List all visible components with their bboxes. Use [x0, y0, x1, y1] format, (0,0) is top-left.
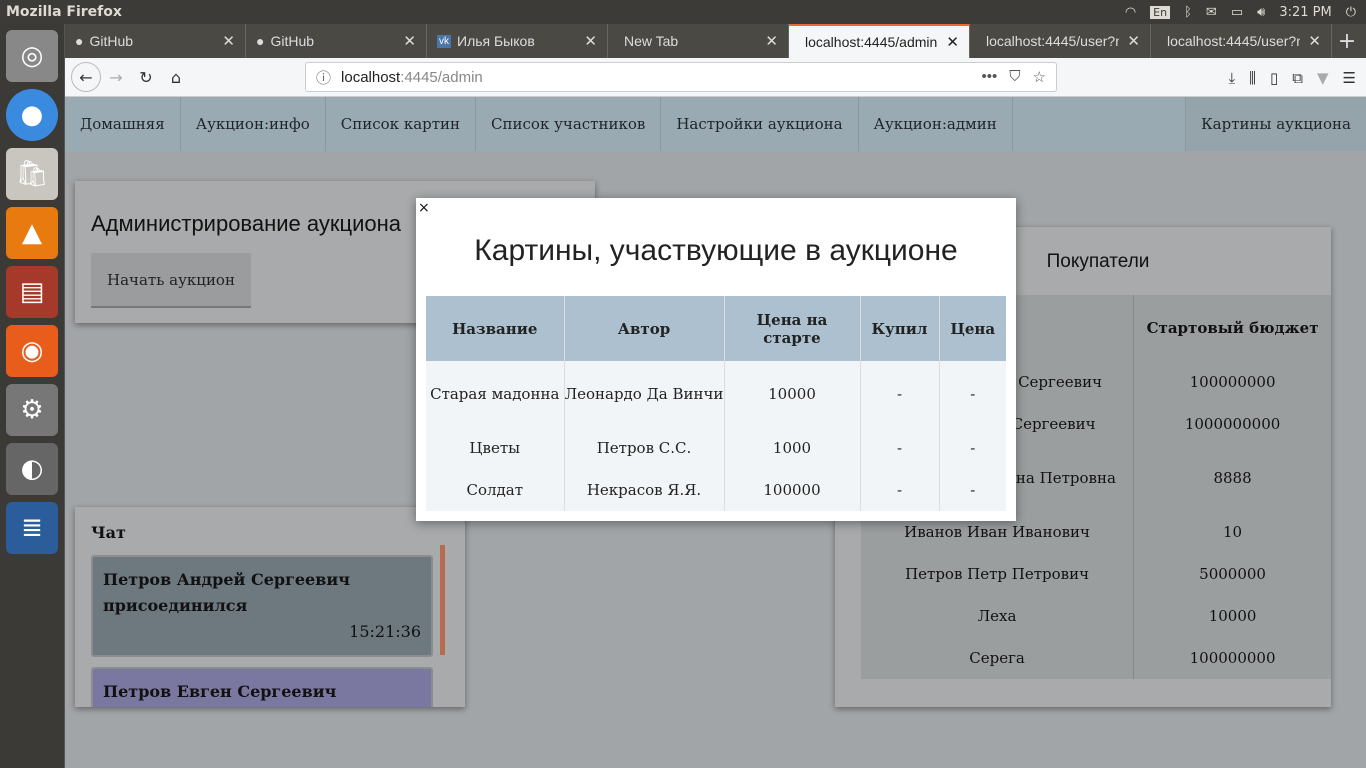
wifi-icon[interactable]: ◠ — [1125, 5, 1136, 20]
chat-message: Петров Евген Сергеевич — [91, 667, 433, 707]
tab[interactable]: New Tab ✕ — [608, 24, 789, 58]
message-time: 15:21:36 — [349, 622, 421, 641]
forward-button[interactable]: → — [101, 62, 131, 92]
firefox-icon[interactable]: ◉ — [6, 325, 58, 377]
modal-title: Картины, участвующие в аукционе — [474, 234, 958, 267]
table-row: Старая мадонна Леонардо Да Винчи 10000- - — [426, 361, 1006, 427]
extension-icon[interactable]: ⧉ — [1292, 69, 1303, 87]
ubuntu-dash-icon[interactable]: ◎ — [6, 30, 58, 82]
table-row: Цветы Петров С.С. 1000- - — [426, 427, 1006, 469]
nav-paintings-list[interactable]: Список картин — [326, 97, 477, 151]
close-tab-icon[interactable]: ✕ — [765, 32, 778, 50]
chat-panel: Чат Петров Андрей Сергеевич присоединилс… — [75, 507, 465, 707]
nav-participants-list[interactable]: Список участников — [476, 97, 662, 151]
close-tab-icon[interactable]: ✕ — [222, 32, 235, 50]
close-tab-icon[interactable]: ✕ — [1308, 32, 1321, 50]
mail-icon[interactable]: ✉ — [1206, 5, 1217, 20]
github-icon: ● — [75, 33, 84, 49]
github-icon: ● — [256, 33, 265, 49]
page-actions-icon[interactable]: ••• — [982, 68, 998, 86]
close-tab-icon[interactable]: ✕ — [403, 32, 416, 50]
sidebar-icon[interactable]: ▯ — [1270, 69, 1278, 87]
library-icon[interactable]: ⫼ — [1249, 69, 1256, 87]
paintings-table: Название Автор Цена на старте Купил Цена Ста… — [426, 296, 1006, 511]
table-row: Солдат Некрасов Я.Я. 100000- - — [426, 469, 1006, 511]
chat-scrollbar[interactable] — [440, 545, 445, 655]
nav-auction-settings[interactable]: Настройки аукциона — [661, 97, 859, 151]
info-icon[interactable]: ⓘ — [316, 67, 331, 88]
home-button[interactable]: ⌂ — [161, 62, 191, 92]
bluetooth-icon[interactable]: ᛒ — [1184, 5, 1192, 20]
disk-icon[interactable]: ◐ — [6, 443, 58, 495]
table-row: Петров Петр Петрович 5000000 — [861, 553, 1331, 595]
reload-button[interactable]: ↻ — [131, 62, 161, 92]
new-tab-button[interactable]: + — [1332, 24, 1362, 58]
menu-icon[interactable]: ☰ — [1343, 69, 1356, 87]
tab[interactable]: localhost:4445/user?n ✕ — [970, 24, 1151, 58]
battery-icon[interactable]: ▭ — [1231, 5, 1243, 20]
nav-auction-info[interactable]: Аукцион:инфо — [181, 97, 326, 151]
vk-icon: vk — [437, 34, 451, 48]
close-tab-icon[interactable]: ✕ — [946, 33, 959, 51]
url-bar[interactable]: ⓘ localhost:4445/admin ••• ⛉ ☆ — [305, 62, 1057, 92]
tab[interactable]: ● GitHub ✕ — [65, 24, 246, 58]
table-row: Леха 10000 — [861, 595, 1331, 637]
settings-icon[interactable]: ⚙ — [6, 384, 58, 436]
writer-icon[interactable]: ≣ — [6, 502, 58, 554]
keyboard-layout[interactable]: En — [1150, 5, 1171, 19]
tab[interactable]: vk Илья Быков ✕ — [427, 24, 608, 58]
files-icon[interactable]: ▤ — [6, 266, 58, 318]
nav-home[interactable]: Домашняя — [65, 97, 181, 151]
paintings-modal: × Картины, участвующие в аукционе Назван… — [416, 198, 1016, 521]
chromium-icon[interactable]: ● — [6, 89, 58, 141]
tab[interactable]: ● GitHub ✕ — [246, 24, 427, 58]
site-nav: Домашняя Аукцион:инфо Список картин Спис… — [65, 97, 1366, 151]
bookmark-star-icon[interactable]: ☆ — [1033, 68, 1046, 86]
chat-message: Петров Андрей Сергеевич присоединился 15:… — [91, 555, 433, 657]
chat-title: Чат — [91, 523, 126, 542]
nav-toolbar: ← → ↻ ⌂ ⓘ localhost:4445/admin ••• ⛉ ☆ ⤓… — [65, 58, 1366, 97]
software-center-icon[interactable]: 🛍︎ — [6, 148, 58, 200]
download-icon[interactable]: ⤓ — [1228, 69, 1235, 87]
system-tray: ◠ En ᛒ ✉ ▭ 🔊︎ 3:21 PM ⏻ — [1125, 0, 1356, 24]
tab-active[interactable]: localhost:4445/admin ✕ — [789, 24, 970, 58]
back-button[interactable]: ← — [71, 62, 101, 92]
tab-bar: ● GitHub ✕ ● GitHub ✕ vk Илья Быков ✕ New Tab ✕… — [65, 24, 1366, 58]
vue-devtools-icon[interactable]: ▼ — [1317, 69, 1329, 87]
launcher: ◎ ● 🛍︎ ▲ ▤ ◉ ⚙ ◐ ≣ — [0, 24, 65, 768]
volume-icon[interactable]: 🔊︎ — [1257, 5, 1265, 20]
power-icon[interactable]: ⏻ — [1346, 5, 1356, 20]
close-tab-icon[interactable]: ✕ — [1127, 32, 1140, 50]
pocket-icon[interactable]: ⛉ — [1009, 68, 1020, 86]
close-tab-icon[interactable]: ✕ — [584, 32, 597, 50]
nav-auction-admin[interactable]: Аукцион:админ — [859, 97, 1013, 151]
vlc-icon[interactable]: ▲ — [6, 207, 58, 259]
table-row: Серега 100000000 — [861, 637, 1331, 679]
close-icon[interactable]: × — [418, 200, 430, 216]
tab[interactable]: localhost:4445/user?n ✕ — [1151, 24, 1332, 58]
clock[interactable]: 3:21 PM — [1279, 5, 1331, 20]
start-auction-button[interactable]: Начать аукцион — [91, 253, 251, 308]
os-top-bar: Mozilla Firefox ◠ En ᛒ ✉ ▭ 🔊︎ 3:21 PM ⏻ — [0, 0, 1366, 24]
window-title: Mozilla Firefox — [6, 4, 122, 20]
nav-auction-paintings[interactable]: Картины аукциона — [1185, 97, 1366, 151]
